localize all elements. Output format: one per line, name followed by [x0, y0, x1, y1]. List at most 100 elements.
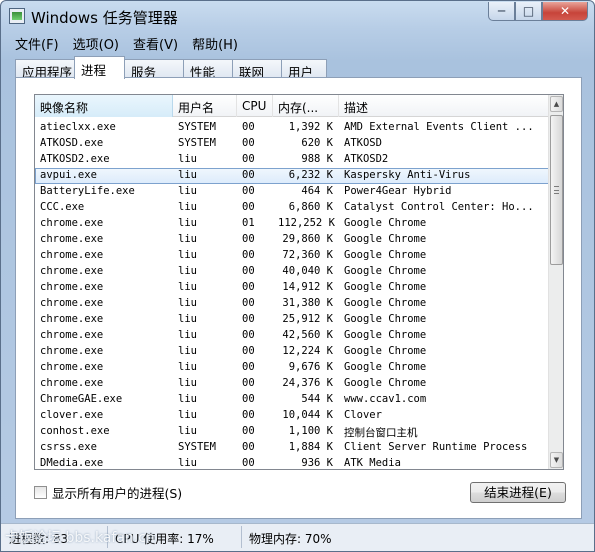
cell-description: Clover — [344, 409, 382, 421]
cell-description: Google Chrome — [344, 297, 427, 309]
scroll-up-button[interactable]: ▲ — [550, 96, 563, 112]
table-row[interactable]: csrss.exe SYSTEM 00 1,884 K Client Server Ru… — [35, 440, 550, 456]
tab-users[interactable]: 用户 — [281, 59, 327, 80]
table-row[interactable]: chrome.exe liu 00 31,380 K Google Chrome — [35, 296, 550, 312]
cell-cpu: 00 — [242, 281, 255, 293]
cell-image-name: chrome.exe — [40, 377, 104, 389]
cell-description: Google Chrome — [344, 233, 427, 245]
cell-description: ATK Media — [344, 457, 401, 469]
table-row[interactable]: atieclxx.exe SYSTEM 00 1,392 K AMD External … — [35, 120, 550, 136]
end-process-button[interactable]: 结束进程(E) — [470, 482, 566, 503]
cell-memory: 40,040 K — [282, 265, 333, 277]
column-description[interactable]: 描述 — [339, 95, 550, 117]
cell-description: Google Chrome — [344, 265, 427, 277]
title-bar[interactable]: Windows 任务管理器 ─ □ ✕ — [1, 1, 594, 31]
show-all-users-checkbox[interactable] — [34, 486, 47, 499]
tab-networking[interactable]: 联网 — [232, 59, 282, 80]
show-all-users-option[interactable]: 显示所有用户的进程(S) — [34, 483, 182, 502]
cell-image-name: chrome.exe — [40, 345, 104, 357]
cell-user-name: liu — [178, 425, 197, 437]
table-row[interactable]: ChromeGAE.exe liu 00 544 K www.ccav1.com — [35, 392, 550, 408]
cell-memory: 1,392 K — [288, 121, 333, 133]
column-image-name[interactable]: ^ 映像名称 — [35, 95, 173, 117]
menu-options[interactable]: 选项(O) — [67, 32, 125, 53]
table-row[interactable]: ATKOSD2.exe liu 00 988 K ATKOSD2 — [35, 152, 550, 168]
cell-image-name: chrome.exe — [40, 265, 104, 277]
sort-ascending-icon: ^ — [95, 94, 103, 102]
cell-memory: 24,376 K — [282, 377, 333, 389]
processes-panel: ^ 映像名称 用户名 CPU 内存(... 描述 atieclxx.exe SYS… — [15, 77, 582, 519]
caption-buttons: ─ □ ✕ — [488, 2, 588, 22]
cell-memory: 464 K — [301, 185, 333, 197]
tab-processes[interactable]: 进程 — [74, 56, 125, 79]
cell-description: Google Chrome — [344, 217, 427, 229]
column-memory[interactable]: 内存(... — [273, 95, 339, 117]
vertical-scrollbar[interactable]: ▲ ▼ — [548, 95, 563, 469]
table-row[interactable]: chrome.exe liu 01 112,252 K Google Chrome — [35, 216, 550, 232]
column-cpu[interactable]: CPU — [237, 95, 273, 117]
cell-image-name: chrome.exe — [40, 249, 104, 261]
table-row[interactable]: avpui.exe liu 00 6,232 K Kaspersky Anti-Viru… — [35, 168, 550, 184]
task-manager-window: Windows 任务管理器 ─ □ ✕ 文件(F) 选项(O) 查看(V) 帮助… — [0, 0, 595, 552]
table-row[interactable]: chrome.exe liu 00 72,360 K Google Chrome — [35, 248, 550, 264]
tab-applications[interactable]: 应用程序 — [15, 59, 75, 80]
table-row[interactable]: chrome.exe liu 00 25,912 K Google Chrome — [35, 312, 550, 328]
minimize-icon: ─ — [497, 4, 506, 18]
cell-cpu: 00 — [242, 121, 255, 133]
tab-services[interactable]: 服务 — [124, 59, 184, 80]
cell-description: Catalyst Control Center: Ho... — [344, 201, 534, 213]
status-memory-usage: 物理内存: 70% — [249, 532, 332, 546]
cell-memory: 112,252 K — [278, 217, 335, 229]
maximize-button[interactable]: □ — [515, 2, 542, 21]
cell-image-name: ChromeGAE.exe — [40, 393, 123, 405]
column-label: 映像名称 — [40, 101, 89, 115]
cell-cpu: 00 — [242, 345, 255, 357]
scroll-thumb[interactable] — [550, 115, 563, 265]
cell-image-name: chrome.exe — [40, 297, 104, 309]
cell-user-name: liu — [178, 361, 197, 373]
close-button[interactable]: ✕ — [542, 2, 588, 21]
table-row[interactable]: chrome.exe liu 00 29,860 K Google Chrome — [35, 232, 550, 248]
column-user-name[interactable]: 用户名 — [173, 95, 237, 117]
menu-help[interactable]: 帮助(H) — [186, 32, 244, 53]
menu-file[interactable]: 文件(F) — [9, 32, 65, 53]
grip-icon — [554, 186, 559, 194]
cell-user-name: SYSTEM — [178, 137, 216, 149]
cell-memory: 29,860 K — [282, 233, 333, 245]
table-row[interactable]: clover.exe liu 00 10,044 K Clover — [35, 408, 550, 424]
cell-user-name: liu — [178, 217, 197, 229]
process-list[interactable]: ^ 映像名称 用户名 CPU 内存(... 描述 atieclxx.exe SYS… — [34, 94, 564, 470]
cell-image-name: csrss.exe — [40, 441, 97, 453]
tab-performance[interactable]: 性能 — [183, 59, 233, 80]
process-list-header: ^ 映像名称 用户名 CPU 内存(... 描述 — [35, 95, 550, 117]
cell-memory: 42,560 K — [282, 329, 333, 341]
cell-user-name: SYSTEM — [178, 121, 216, 133]
table-row[interactable]: DMedia.exe liu 00 936 K ATK Media — [35, 456, 550, 469]
cell-user-name: liu — [178, 313, 197, 325]
cell-description: Google Chrome — [344, 361, 427, 373]
minimize-button[interactable]: ─ — [488, 2, 515, 21]
table-row[interactable]: conhost.exe liu 00 1,100 K 控制台窗口主机 — [35, 424, 550, 440]
cell-cpu: 00 — [242, 457, 255, 469]
table-row[interactable]: ATKOSD.exe SYSTEM 00 620 K ATKOSD — [35, 136, 550, 152]
cell-memory: 25,912 K — [282, 313, 333, 325]
table-row[interactable]: BatteryLife.exe liu 00 464 K Power4Gear Hybr… — [35, 184, 550, 200]
table-row[interactable]: chrome.exe liu 00 9,676 K Google Chrome — [35, 360, 550, 376]
scroll-down-button[interactable]: ▼ — [550, 452, 563, 468]
cell-memory: 620 K — [301, 137, 333, 149]
cell-image-name: chrome.exe — [40, 361, 104, 373]
cell-description: Client Server Runtime Process — [344, 441, 528, 453]
table-row[interactable]: chrome.exe liu 00 24,376 K Google Chrome — [35, 376, 550, 392]
table-row[interactable]: chrome.exe liu 00 12,224 K Google Chrome — [35, 344, 550, 360]
table-row[interactable]: CCC.exe liu 00 6,860 K Catalyst Control Cent… — [35, 200, 550, 216]
table-row[interactable]: chrome.exe liu 00 40,040 K Google Chrome — [35, 264, 550, 280]
cell-cpu: 00 — [242, 185, 255, 197]
cell-cpu: 01 — [242, 217, 255, 229]
cell-image-name: conhost.exe — [40, 425, 110, 437]
menu-view[interactable]: 查看(V) — [127, 32, 184, 53]
cell-description: Google Chrome — [344, 345, 427, 357]
cell-description: 控制台窗口主机 — [344, 427, 418, 439]
table-row[interactable]: chrome.exe liu 00 42,560 K Google Chrome — [35, 328, 550, 344]
cell-cpu: 00 — [242, 233, 255, 245]
table-row[interactable]: chrome.exe liu 00 14,912 K Google Chrome — [35, 280, 550, 296]
